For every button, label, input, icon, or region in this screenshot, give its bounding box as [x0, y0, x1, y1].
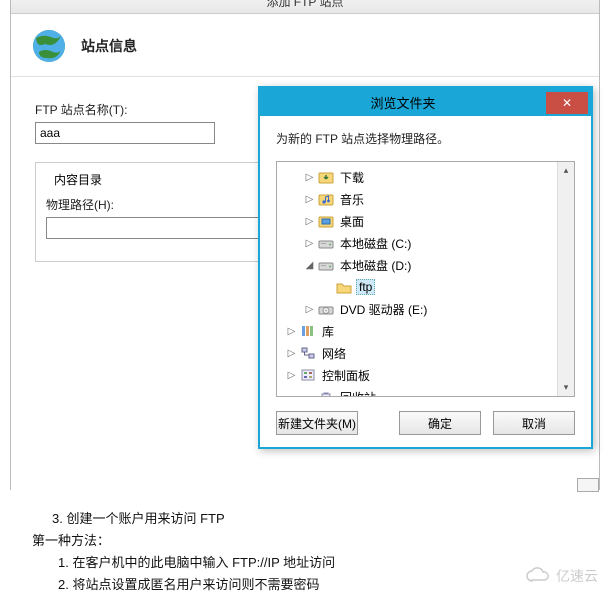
- scrollbar[interactable]: ▴ ▾: [557, 162, 574, 396]
- chevron-icon[interactable]: ◢: [303, 260, 316, 271]
- resize-grip: [577, 478, 599, 492]
- ok-button[interactable]: 确定: [399, 411, 481, 435]
- tree-item-label: 控制面板: [320, 367, 372, 384]
- chevron-icon[interactable]: ▷: [303, 194, 316, 205]
- watermark: 亿速云: [526, 566, 598, 586]
- tree-item-label: DVD 驱动器 (E:): [338, 301, 429, 318]
- tree-item-label: 桌面: [338, 213, 366, 230]
- scroll-down-icon[interactable]: ▾: [559, 379, 574, 396]
- tree-item-label: ftp: [356, 279, 375, 295]
- tree-item[interactable]: ▷ 桌面: [277, 210, 557, 232]
- tree-item[interactable]: ▷ 网络: [277, 342, 557, 364]
- folder-icon: [336, 279, 352, 295]
- chevron-icon[interactable]: ▷: [285, 348, 298, 359]
- tree-item-label: 本地磁盘 (C:): [338, 235, 413, 252]
- tree-item-label: 网络: [320, 345, 348, 362]
- tree-item-label: 音乐: [338, 191, 366, 208]
- tree-item[interactable]: ◢ 本地磁盘 (D:): [277, 254, 557, 276]
- wizard-header: 添加 FTP 站点: [11, 0, 599, 14]
- tree-item-label: 本地磁盘 (D:): [338, 257, 413, 274]
- tree-item[interactable]: ▷ 本地磁盘 (C:): [277, 232, 557, 254]
- dialog-title: 浏览文件夹: [260, 93, 546, 112]
- cancel-button[interactable]: 取消: [493, 411, 575, 435]
- instruction-text: 3. 创建一个账户用来访问 FTP 第一种方法： 1. 在客户机中的此电脑中输入…: [32, 508, 335, 596]
- cloud-icon: [526, 567, 552, 586]
- note-line: 第一种方法：: [32, 530, 335, 552]
- library-icon: [300, 323, 316, 339]
- download-folder: [318, 169, 334, 185]
- content-group-title: 内容目录: [50, 171, 106, 188]
- page-title: 站点信息: [81, 36, 137, 56]
- tree-item-label: 库: [320, 323, 336, 340]
- chevron-icon[interactable]: ▷: [285, 370, 298, 381]
- chevron-icon[interactable]: ▷: [303, 238, 316, 249]
- tree-item[interactable]: ▷库: [277, 320, 557, 342]
- globe-icon: [31, 28, 67, 64]
- music-folder: [318, 191, 334, 207]
- tree-item[interactable]: ▷ DVD 驱动器 (E:): [277, 298, 557, 320]
- new-folder-button[interactable]: 新建文件夹(M): [276, 411, 358, 435]
- network-icon: [300, 345, 316, 361]
- dialog-titlebar[interactable]: 浏览文件夹 ✕: [260, 88, 591, 116]
- close-icon: ✕: [562, 96, 572, 110]
- dialog-message: 为新的 FTP 站点选择物理路径。: [276, 130, 575, 147]
- tree-item-label: 下载: [338, 169, 366, 186]
- tree-item-label: 回收站: [338, 389, 378, 397]
- tree-item-selected[interactable]: ftp: [277, 276, 557, 298]
- tree-item[interactable]: ▷ 控制面板: [277, 364, 557, 386]
- tree-item[interactable]: ▷ 音乐: [277, 188, 557, 210]
- close-button[interactable]: ✕: [546, 92, 588, 114]
- drive-icon: [318, 257, 334, 273]
- chevron-icon[interactable]: ▷: [303, 172, 316, 183]
- note-line: 1. 在客户机中的此电脑中输入 FTP://IP 地址访问: [58, 552, 335, 574]
- dvd-icon: [318, 301, 334, 317]
- desktop-folder: [318, 213, 334, 229]
- site-name-input[interactable]: [35, 122, 215, 144]
- scroll-up-icon[interactable]: ▴: [559, 162, 574, 179]
- tree-item[interactable]: 回收站: [277, 386, 557, 396]
- browse-folder-dialog: 浏览文件夹 ✕ 为新的 FTP 站点选择物理路径。 ▷ 下载 ▷ 音乐 ▷ 桌面 ▷ 本地磁盘…: [258, 86, 593, 449]
- note-line: 2. 将站点设置成匿名用户来访问则不需要密码: [58, 574, 335, 596]
- recycle-icon: [318, 389, 334, 396]
- control-panel-icon: [300, 367, 316, 383]
- folder-tree: ▷ 下载 ▷ 音乐 ▷ 桌面 ▷ 本地磁盘 (C:) ◢ 本地磁盘 (D:) ftp ▷ DVD 驱动器…: [276, 161, 575, 397]
- watermark-text: 亿速云: [556, 566, 598, 586]
- chevron-icon[interactable]: ▷: [285, 326, 298, 337]
- note-line: 3. 创建一个账户用来访问 FTP: [52, 508, 335, 530]
- tree-item[interactable]: ▷ 下载: [277, 166, 557, 188]
- chevron-icon[interactable]: ▷: [303, 304, 316, 315]
- chevron-icon[interactable]: ▷: [303, 216, 316, 227]
- wizard-title-area: 站点信息: [11, 14, 599, 77]
- drive-icon: [318, 235, 334, 251]
